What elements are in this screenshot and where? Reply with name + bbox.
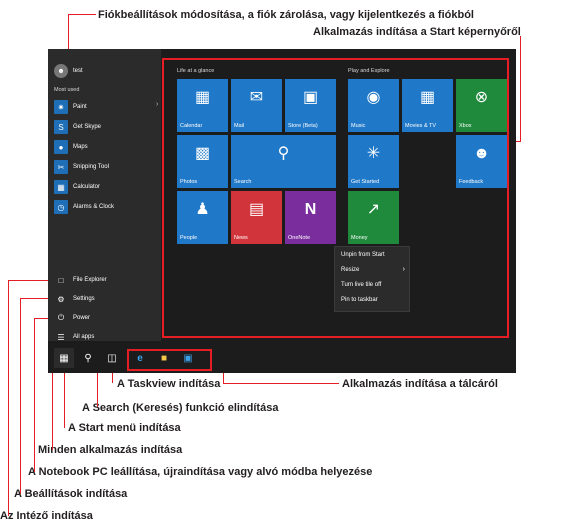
app-item-get-skype[interactable]: S Get Skype	[54, 119, 101, 135]
highlight-taskbar-apps	[127, 349, 212, 371]
callout-power: A Notebook PC leállítása, újraindítása v…	[28, 466, 373, 478]
app-item-paint[interactable]: ✷ Paint	[54, 99, 87, 115]
callout-taskbar-apps: Alkalmazás indítása a tálcáról	[342, 378, 498, 390]
app-label: Maps	[73, 144, 88, 150]
callout-search: A Search (Keresés) funkció elindítása	[82, 402, 279, 414]
all-apps-button[interactable]: ☰ All apps	[54, 329, 94, 345]
callout-taskview: A Taskview indítása	[117, 378, 221, 390]
callout-line	[34, 318, 35, 472]
callout-start-screen: Alkalmazás indítása a Start képernyőről	[313, 26, 521, 38]
all-apps-label: All apps	[73, 334, 95, 340]
most-used-heading: Most used	[54, 87, 80, 93]
user-name: test	[73, 68, 83, 74]
list-icon: ☰	[57, 332, 65, 342]
gear-icon: ⚙	[57, 294, 65, 304]
power-icon: ⏻	[57, 313, 65, 322]
settings-label: Settings	[73, 296, 95, 302]
app-label: Paint	[73, 104, 87, 110]
alarm-clock-icon: ◷	[54, 200, 68, 214]
callout-explorer: Az Intéző indítása	[0, 510, 93, 522]
taskview-button[interactable]: ◫	[102, 348, 122, 368]
chevron-right-icon[interactable]: ›	[156, 101, 158, 108]
search-button[interactable]: ⚲	[78, 348, 98, 368]
callout-start-menu: A Start menü indítása	[68, 422, 181, 434]
callout-line	[8, 280, 9, 516]
power-button[interactable]: ⏻ Power	[54, 310, 90, 326]
user-avatar-icon: ☻	[54, 64, 68, 78]
app-item-alarms-clock[interactable]: ◷ Alarms & Clock	[54, 199, 114, 215]
app-label: Get Skype	[73, 124, 102, 130]
app-label: Alarms & Clock	[73, 204, 115, 210]
user-account[interactable]: ☻ test	[54, 63, 83, 79]
callout-line	[68, 14, 96, 15]
callout-line	[64, 370, 65, 428]
callout-line	[223, 383, 339, 384]
app-label: Snipping Tool	[73, 164, 109, 170]
file-explorer-icon: □	[58, 275, 64, 285]
app-item-maps[interactable]: ● Maps	[54, 139, 88, 155]
file-explorer-button[interactable]: □ File Explorer	[54, 272, 107, 288]
start-menu-sidebar: ☻ test Most used ✷ Paint › S Get Skype ●…	[48, 49, 161, 342]
app-label: Calculator	[73, 184, 101, 190]
scissors-icon: ✂	[54, 160, 68, 174]
app-item-snipping-tool[interactable]: ✂ Snipping Tool	[54, 159, 109, 175]
paint-icon: ✷	[54, 100, 68, 114]
callout-line	[520, 36, 521, 141]
callout-settings: A Beállítások indítása	[14, 488, 128, 500]
power-label: Power	[73, 315, 91, 321]
app-item-calculator[interactable]: ▦ Calculator	[54, 179, 100, 195]
callout-line	[20, 298, 21, 494]
settings-button[interactable]: ⚙ Settings	[54, 291, 95, 307]
file-explorer-label: File Explorer	[73, 277, 107, 283]
callout-account: Fiókbeállítások módosítása, a fiók zárol…	[98, 9, 474, 21]
windows-icon: ▦	[59, 352, 69, 364]
skype-icon: S	[54, 120, 68, 134]
search-icon: ⚲	[84, 352, 92, 364]
calculator-icon: ▦	[54, 180, 68, 194]
maps-icon: ●	[54, 140, 68, 154]
callout-all-apps: Minden alkalmazás indítása	[38, 444, 183, 456]
highlight-tiles-area	[162, 58, 509, 338]
start-button[interactable]: ▦	[54, 348, 74, 368]
taskview-icon: ◫	[107, 352, 117, 364]
